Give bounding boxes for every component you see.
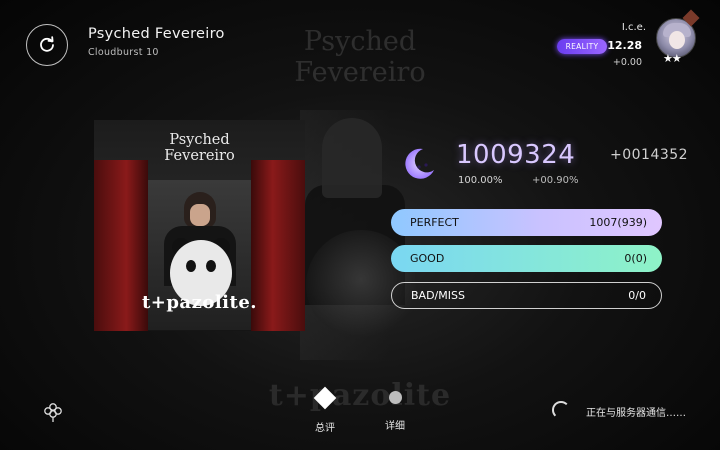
score-delta: +0014352	[610, 147, 689, 163]
judgement-bad-miss-bar: BAD/MISS 0/0	[391, 282, 662, 309]
avatar-face	[669, 31, 685, 49]
accuracy-delta: +00.90%	[532, 175, 579, 186]
background-logo: t+pazolite	[268, 378, 452, 413]
song-title: Psyched Fevereiro	[88, 26, 225, 42]
player-name: I.c.e.	[621, 22, 646, 33]
judgement-count: 1007(939)	[589, 216, 647, 229]
tab-summary[interactable]: 总评	[300, 386, 350, 434]
cover-person-face	[190, 204, 210, 226]
retry-icon	[40, 36, 54, 52]
judgement-label: GOOD	[410, 252, 445, 265]
judgement-perfect-bar: PERFECT 1007(939)	[391, 209, 662, 236]
cover-panda-eye	[206, 260, 216, 272]
tab-detail-label: 详细	[385, 421, 405, 432]
background-song-title: Psyched Fevereiro	[294, 26, 426, 88]
loading-spinner-icon	[552, 401, 570, 419]
cover-panda-eye	[186, 260, 196, 272]
background-figure-head	[322, 118, 382, 198]
tab-detail[interactable]: 详细	[370, 386, 420, 432]
reality-value: 12.28	[607, 39, 642, 52]
judgement-count: 0/0	[628, 289, 646, 302]
server-status-text: 正在与服务器通信……	[586, 408, 686, 419]
diamond-icon	[313, 386, 337, 410]
score-value: 1009324	[456, 140, 576, 170]
judgement-count: 0(0)	[624, 252, 647, 265]
judgement-label: PERFECT	[410, 216, 459, 229]
cover-title: Psyched Fevereiro	[164, 132, 235, 164]
judgement-good-bar: GOOD 0(0)	[391, 245, 662, 272]
avatar-stars: ★★	[663, 52, 682, 65]
reality-delta: +0.00	[612, 57, 642, 68]
flower-icon[interactable]	[42, 401, 64, 423]
crescent-moon-icon	[405, 148, 434, 179]
retry-button[interactable]	[26, 24, 68, 66]
song-difficulty: Cloudburst 10	[88, 47, 159, 58]
dot-icon	[388, 391, 402, 404]
judgement-label: BAD/MISS	[411, 289, 465, 302]
album-cover: Psyched Fevereiro t+pazolite.	[94, 120, 305, 331]
cover-artist-logo: t+pazolite.	[141, 292, 258, 313]
tab-summary-label: 总评	[315, 423, 335, 434]
accuracy-value: 100.00%	[458, 175, 503, 186]
reality-badge: REALITY	[557, 39, 607, 54]
